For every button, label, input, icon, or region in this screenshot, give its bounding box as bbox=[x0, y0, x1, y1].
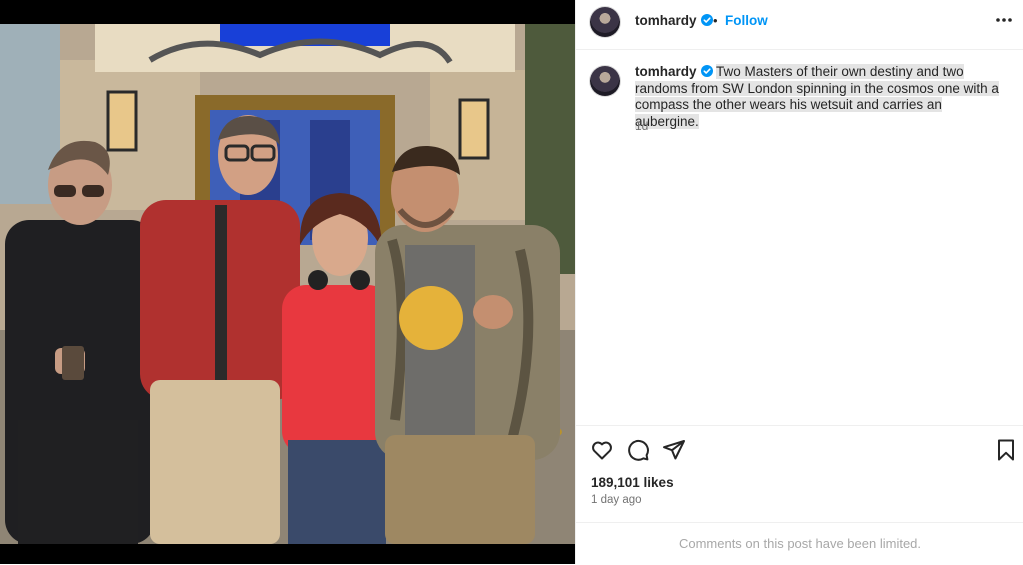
post-actions: 189,101 likes 1 day ago bbox=[576, 425, 1023, 522]
verified-badge-icon bbox=[700, 65, 713, 77]
post-photo bbox=[0, 0, 575, 564]
like-count[interactable]: 189,101 likes bbox=[591, 475, 674, 490]
caption-timestamp[interactable]: 1d bbox=[635, 119, 648, 133]
post-timestamp[interactable]: 1 day ago bbox=[591, 494, 642, 506]
verified-badge-icon bbox=[700, 14, 713, 26]
more-options-icon[interactable] bbox=[994, 13, 1014, 27]
author-avatar[interactable] bbox=[590, 7, 620, 37]
bookmark-icon[interactable] bbox=[994, 438, 1018, 462]
caption-username[interactable]: tomhardy bbox=[635, 64, 697, 79]
follow-button[interactable]: Follow bbox=[725, 13, 768, 28]
header-separator: • bbox=[713, 13, 718, 28]
comments-limited-notice: Comments on this post have been limited. bbox=[576, 522, 1023, 564]
post-media[interactable] bbox=[0, 0, 575, 564]
heart-icon[interactable] bbox=[590, 438, 614, 462]
post-header: tomhardy • Follow bbox=[576, 0, 1023, 50]
author-username[interactable]: tomhardy bbox=[635, 13, 713, 28]
post-details-panel: tomhardy • Follow tomhardy Two Masters o… bbox=[575, 0, 1023, 564]
caption-body: tomhardy Two Masters of their own destin… bbox=[635, 64, 1005, 130]
author-username-text[interactable]: tomhardy bbox=[635, 13, 697, 28]
send-icon[interactable] bbox=[662, 438, 686, 462]
caption-author-avatar[interactable] bbox=[590, 66, 620, 96]
comment-icon[interactable] bbox=[626, 438, 650, 462]
